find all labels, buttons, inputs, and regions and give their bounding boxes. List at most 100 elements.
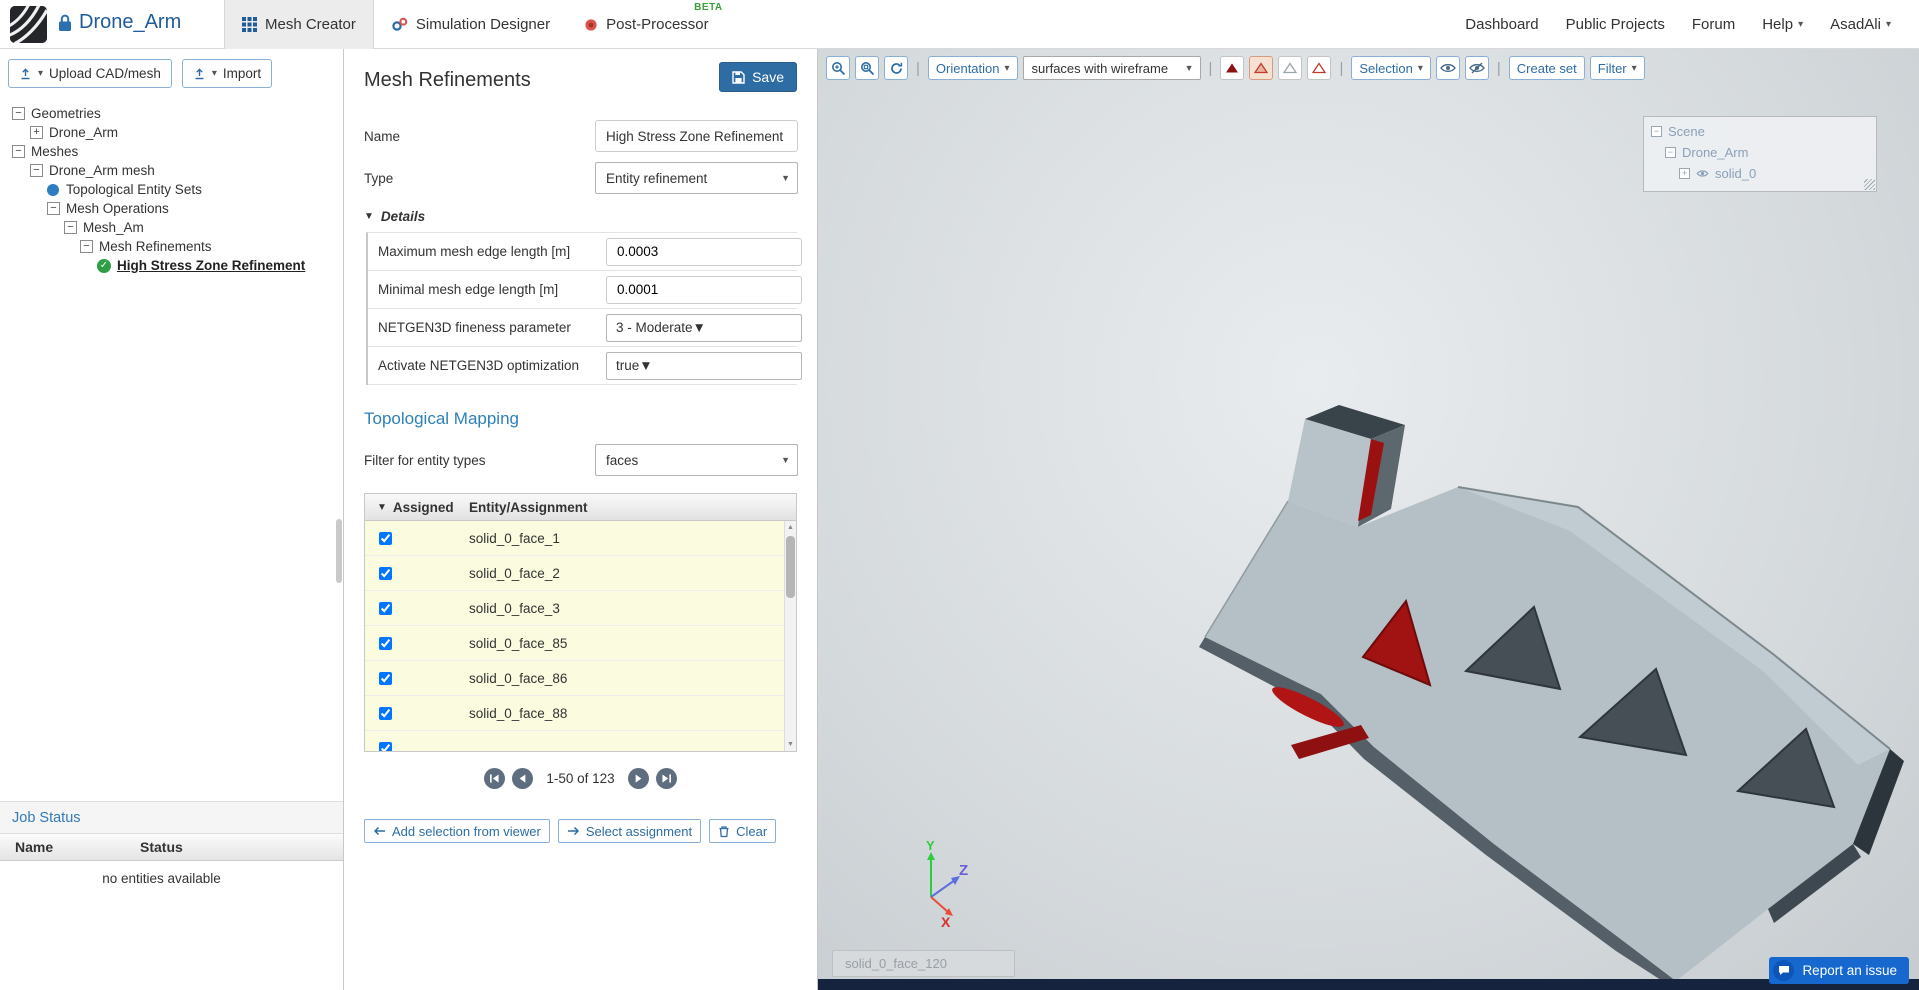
- expand-icon[interactable]: +: [1679, 168, 1690, 179]
- sidebar-toolbar: ▾ Upload CAD/mesh ▾ Import: [0, 49, 343, 102]
- table-row[interactable]: solid_0_face_2: [365, 556, 796, 591]
- row-checkbox[interactable]: [379, 601, 392, 615]
- scene-node-root[interactable]: − Scene: [1651, 121, 1869, 142]
- render-mode-select[interactable]: surfaces with wireframe ▼: [1022, 56, 1201, 80]
- last-page-button[interactable]: [655, 768, 677, 789]
- fineness-select[interactable]: 3 - Moderate ▼: [606, 313, 802, 342]
- report-issue-button[interactable]: Report an issue: [1769, 957, 1909, 984]
- resize-handle-icon[interactable]: [1864, 179, 1875, 190]
- tree-item-drone-arm[interactable]: + Drone_Arm: [0, 123, 343, 142]
- tree-item-drone-arm-mesh[interactable]: − Drone_Arm mesh: [0, 161, 343, 180]
- tree-item-mesh-am[interactable]: − Mesh_Am: [0, 218, 343, 237]
- selection-button[interactable]: Selection ▾: [1351, 56, 1431, 80]
- scene-node-drone-arm[interactable]: − Drone_Arm: [1651, 142, 1869, 163]
- reset-view-button[interactable]: [884, 56, 908, 80]
- add-selection-from-viewer-button[interactable]: Add selection from viewer: [364, 819, 550, 843]
- type-select-value: Entity refinement: [606, 170, 708, 186]
- tree-item-high-stress-zone-refinement[interactable]: ✓ High Stress Zone Refinement: [0, 256, 343, 275]
- job-status-section: Job Status Name Status no entities avail…: [0, 801, 343, 990]
- first-page-button[interactable]: [484, 768, 506, 789]
- tree-item-mesh-refinements[interactable]: − Mesh Refinements: [0, 237, 343, 256]
- nav-public-projects[interactable]: Public Projects: [1566, 16, 1665, 33]
- orientation-button[interactable]: Orientation ▾: [927, 56, 1018, 80]
- eye-icon[interactable]: [1696, 169, 1709, 178]
- table-row[interactable]: solid_0_face_1: [365, 521, 796, 556]
- eye-slash-icon: [1468, 62, 1485, 74]
- tree-item-geometries[interactable]: − Geometries: [0, 104, 343, 123]
- scrollbar-thumb[interactable]: [786, 536, 795, 598]
- collapse-icon[interactable]: −: [1651, 126, 1662, 137]
- row-checkbox[interactable]: [379, 566, 392, 580]
- app-logo-icon[interactable]: [10, 6, 47, 43]
- row-checkbox[interactable]: [379, 671, 392, 685]
- table-row[interactable]: solid_0_face_88: [365, 696, 796, 731]
- table-row[interactable]: solid_0_face_3: [365, 591, 796, 626]
- previous-page-button[interactable]: [512, 768, 534, 789]
- tab-mesh-creator[interactable]: Mesh Creator: [224, 0, 374, 49]
- mesh-quality-surface-button[interactable]: [1249, 56, 1274, 80]
- tree-item-topological-entity-sets[interactable]: Topological Entity Sets: [0, 180, 343, 199]
- collapse-icon[interactable]: −: [30, 164, 43, 177]
- table-scrollbar[interactable]: ▲ ▼: [784, 521, 796, 751]
- collapse-icon[interactable]: −: [47, 202, 60, 215]
- tab-simulation-designer[interactable]: Simulation Designer: [374, 0, 567, 49]
- nav-dashboard[interactable]: Dashboard: [1465, 16, 1538, 33]
- row-checkbox[interactable]: [379, 706, 392, 720]
- row-checkbox[interactable]: [379, 741, 392, 751]
- sidebar-scrollbar[interactable]: [336, 519, 342, 583]
- save-button[interactable]: Save: [719, 62, 797, 92]
- mesh-quality-outline-button[interactable]: [1278, 56, 1303, 80]
- job-status-empty-text: no entities available: [102, 871, 221, 886]
- row-entity-label: solid_0_face_88: [469, 705, 568, 721]
- top-navbar: Drone_Arm Mesh Creator Simulation Design…: [0, 0, 1919, 49]
- collapse-icon[interactable]: −: [12, 145, 25, 158]
- pagination: 1-50 of 123: [364, 768, 797, 789]
- axis-triad[interactable]: Y Z X: [903, 839, 975, 931]
- selection-label: Selection: [1359, 60, 1413, 76]
- nav-user-menu[interactable]: AsadAli ▾: [1830, 16, 1891, 33]
- select-assignment-button[interactable]: Select assignment: [557, 819, 702, 843]
- clear-button[interactable]: Clear: [709, 819, 777, 843]
- collapse-icon[interactable]: −: [12, 107, 25, 120]
- next-page-icon: [635, 774, 641, 783]
- table-row[interactable]: solid_0_face_85: [365, 626, 796, 661]
- tree-item-meshes[interactable]: − Meshes: [0, 142, 343, 161]
- row-checkbox[interactable]: [379, 531, 392, 545]
- hide-selected-button[interactable]: [1464, 56, 1489, 80]
- optimization-select[interactable]: true ▼: [606, 351, 802, 380]
- tree-item-mesh-operations[interactable]: − Mesh Operations: [0, 199, 343, 218]
- filter-button[interactable]: Filter ▾: [1589, 56, 1645, 80]
- mesh-quality-wire-button[interactable]: [1307, 56, 1332, 80]
- scroll-down-icon[interactable]: ▼: [785, 739, 796, 750]
- entity-type-select[interactable]: faces ▼: [595, 444, 798, 476]
- scroll-up-icon[interactable]: ▲: [785, 522, 796, 533]
- create-set-button[interactable]: Create set: [1508, 56, 1585, 80]
- chevron-down-icon: ▾: [1004, 62, 1010, 74]
- row-checkbox[interactable]: [379, 636, 392, 650]
- import-button[interactable]: ▾ Import: [181, 59, 273, 88]
- sort-triangle-icon[interactable]: ▼: [377, 502, 387, 513]
- zoom-box-icon: [860, 61, 874, 75]
- upload-cad-mesh-button[interactable]: ▾ Upload CAD/mesh: [8, 59, 172, 88]
- nav-forum[interactable]: Forum: [1692, 16, 1735, 33]
- tab-post-processor[interactable]: BETA Post-Processor: [567, 0, 726, 49]
- next-page-button[interactable]: [627, 768, 649, 789]
- nav-help-menu[interactable]: Help ▾: [1762, 16, 1803, 33]
- details-collapse-toggle[interactable]: ▼ Details: [364, 209, 797, 224]
- type-select[interactable]: Entity refinement ▼: [595, 162, 798, 194]
- expand-icon[interactable]: +: [30, 126, 43, 139]
- collapse-icon[interactable]: −: [80, 240, 93, 253]
- tree-item-label: High Stress Zone Refinement: [117, 258, 306, 273]
- min-edge-length-input[interactable]: [606, 275, 802, 304]
- zoom-in-button[interactable]: [826, 56, 850, 80]
- name-input[interactable]: [595, 120, 798, 152]
- table-row[interactable]: solid_0_face_86: [365, 661, 796, 696]
- table-row[interactable]: [365, 731, 796, 751]
- zoom-to-box-button[interactable]: [855, 56, 879, 80]
- max-edge-length-input[interactable]: [606, 237, 802, 266]
- show-selected-button[interactable]: [1435, 56, 1460, 80]
- scene-node-solid-0[interactable]: + solid_0: [1651, 163, 1869, 184]
- collapse-icon[interactable]: −: [1665, 147, 1676, 158]
- collapse-icon[interactable]: −: [64, 221, 77, 234]
- mesh-quality-solid-button[interactable]: [1220, 56, 1245, 80]
